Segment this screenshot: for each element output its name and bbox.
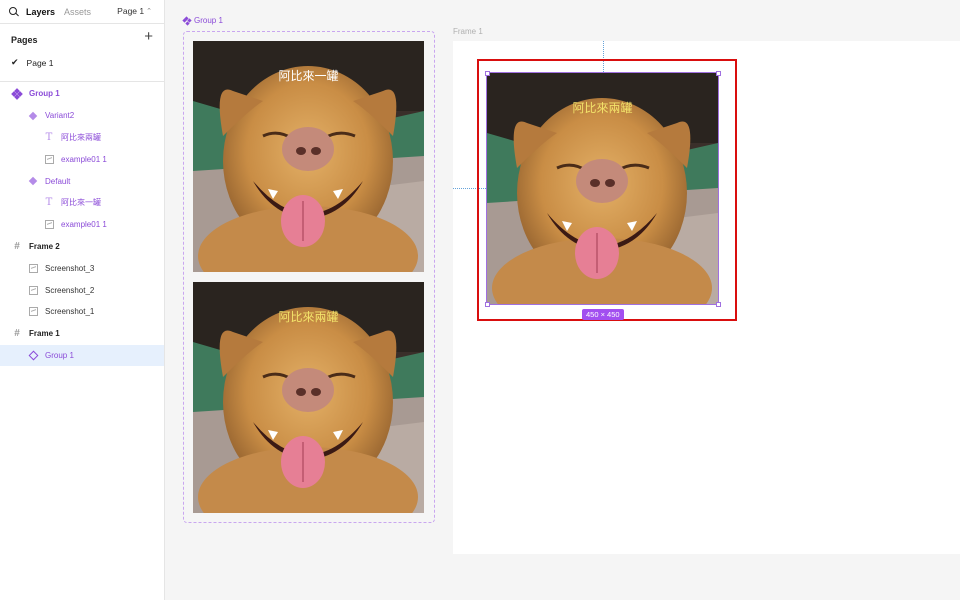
layer-row[interactable]: Group 1 (0, 344, 164, 367)
image-icon (28, 307, 38, 317)
chevron-up-icon: ⌃ (146, 8, 152, 15)
pages-title: Pages (11, 35, 38, 45)
component-set-icon (11, 88, 23, 100)
panel-header: Layers Assets Page 1 ⌃ (0, 0, 164, 24)
page-selector-label: Page 1 (117, 6, 145, 16)
text-icon: T (45, 197, 53, 209)
tab-layers[interactable]: Layers (26, 7, 55, 17)
layer-label: Screenshot_2 (45, 285, 95, 295)
pages-section: Pages + ✔ Page 1 (0, 24, 164, 82)
instance-icon (28, 350, 38, 361)
layer-row[interactable]: example01 1 (0, 214, 164, 236)
image-icon (44, 220, 54, 230)
card-caption: 阿比來一罐 (278, 69, 339, 83)
layer-row[interactable]: Screenshot_3 (0, 257, 164, 279)
resize-handle-top-left[interactable] (485, 71, 490, 76)
image-icon (28, 285, 38, 295)
variant-default-card[interactable]: 阿比來一罐 (193, 41, 424, 272)
image-icon (28, 263, 38, 273)
layers-panel: Layers Assets Page 1 ⌃ Pages + ✔ Page 1 … (0, 0, 165, 600)
group-label-text: Group 1 (194, 16, 223, 25)
layer-row[interactable]: # Frame 2 (0, 236, 164, 258)
layer-row[interactable]: example01 1 (0, 148, 164, 170)
layer-label: Group 1 (45, 350, 74, 360)
layer-row[interactable]: Default (0, 170, 164, 192)
resize-handle-bottom-right[interactable] (716, 302, 721, 307)
layer-label: Screenshot_3 (45, 263, 95, 273)
layer-label: 阿比來兩罐 (61, 132, 101, 142)
selected-instance-card[interactable]: 阿比來兩罐 (486, 72, 719, 305)
card-caption: 阿比來兩罐 (572, 101, 633, 115)
resize-handle-top-right[interactable] (716, 71, 721, 76)
image-icon (44, 154, 54, 164)
layer-label: Frame 2 (29, 241, 60, 251)
layer-row[interactable]: Screenshot_2 (0, 279, 164, 301)
frame-icon: # (14, 240, 20, 252)
page-item[interactable]: ✔ Page 1 (11, 57, 54, 68)
group-label[interactable]: Group 1 (182, 15, 223, 26)
layer-row[interactable]: T 阿比來一罐 (0, 192, 164, 214)
page-item-label: Page 1 (26, 57, 54, 68)
search-icon[interactable] (8, 6, 20, 18)
layer-label: Variant2 (45, 111, 75, 121)
layer-label: example01 1 (61, 220, 107, 230)
variant-icon (28, 176, 38, 186)
layer-label: 阿比來一罐 (61, 198, 101, 208)
layer-label: Frame 1 (29, 329, 60, 339)
frame-icon: # (14, 328, 20, 340)
layer-label: Group 1 (29, 89, 60, 99)
layer-label: example01 1 (61, 154, 107, 164)
frame-label[interactable]: Frame 1 (453, 27, 483, 36)
check-icon: ✔ (11, 57, 19, 67)
variant-icon (28, 111, 38, 121)
card-caption: 阿比來兩罐 (278, 310, 339, 324)
size-badge: 450 × 450 (582, 309, 624, 320)
layer-row[interactable]: Variant2 (0, 105, 164, 127)
layer-row[interactable]: T 阿比來兩罐 (0, 127, 164, 149)
variant2-card[interactable]: 阿比來兩罐 (193, 282, 424, 513)
text-icon: T (45, 131, 53, 143)
layer-tree: Group 1 Variant2 T 阿比來兩罐 example01 1 Default T… (0, 83, 164, 367)
layer-row[interactable]: # Frame 1 (0, 323, 164, 345)
tab-assets[interactable]: Assets (64, 7, 91, 17)
layer-label: Screenshot_1 (45, 307, 95, 317)
layer-row[interactable]: Group 1 (0, 83, 164, 105)
layer-label: Default (45, 176, 71, 186)
layer-row[interactable]: Screenshot_1 (0, 301, 164, 323)
component-set-icon (182, 15, 192, 26)
resize-handle-bottom-left[interactable] (485, 302, 490, 307)
design-canvas[interactable]: Group 1 阿比來一罐 阿比來兩罐 Frame 1 阿比來兩罐 450 × … (165, 0, 960, 600)
add-page-button[interactable]: + (144, 29, 153, 44)
page-selector[interactable]: Page 1 ⌃ (117, 6, 152, 16)
